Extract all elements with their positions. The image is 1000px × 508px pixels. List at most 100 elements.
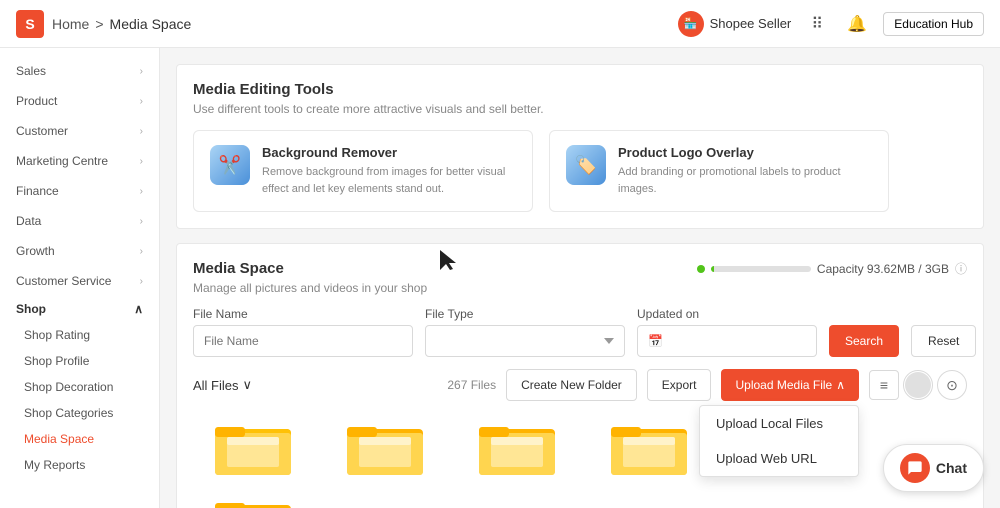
search-button[interactable]: Search [829, 325, 899, 357]
tool-bg-remover-desc: Remove background from images for better… [262, 164, 516, 197]
list-view-button[interactable]: ≡ [869, 370, 899, 400]
folder-item-scorch[interactable]: Scorch [193, 489, 313, 508]
editing-tools-card: Media Editing Tools Use different tools … [176, 64, 984, 229]
sidebar-item-shop-rating[interactable]: Shop Rating [0, 322, 159, 348]
sidebar-label-customer: Customer [16, 124, 68, 138]
sidebar-item-growth[interactable]: Growth › [0, 236, 159, 266]
user-avatar-button[interactable] [903, 370, 933, 400]
folder-scorch-icon [213, 489, 293, 508]
sidebar-item-shop-decoration[interactable]: Shop Decoration [0, 374, 159, 400]
create-folder-button[interactable]: Create New Folder [506, 369, 637, 401]
breadcrumb: Home > Media Space [52, 16, 191, 32]
sidebar-item-product[interactable]: Product › [0, 86, 159, 116]
upload-label: Upload Media File [735, 378, 832, 392]
sidebar-label-marketing: Marketing Centre [16, 154, 108, 168]
filters-row: File Name File Type Updated on 📅 Search [193, 307, 967, 357]
breadcrumb-sep: > [95, 16, 103, 32]
sidebar-label-cs: Customer Service [16, 274, 111, 288]
logo-overlay-icon: 🏷️ [566, 145, 606, 185]
capacity-help-icon[interactable]: ⓘ [955, 260, 967, 277]
file-name-filter: File Name [193, 307, 413, 357]
folder-icon [213, 413, 293, 477]
sidebar-label-sales: Sales [16, 64, 46, 78]
sidebar-label-product: Product [16, 94, 57, 108]
tool-bg-remover-info: Background Remover Remove background fro… [262, 145, 516, 197]
media-space-header: Media Space Manage all pictures and vide… [193, 260, 967, 295]
seller-badge: 🏪 Shopee Seller [678, 11, 792, 37]
file-name-input[interactable] [193, 325, 413, 357]
sidebar-item-customer[interactable]: Customer › [0, 116, 159, 146]
media-space-desc: Manage all pictures and videos in your s… [193, 281, 427, 295]
tool-bg-remover-name: Background Remover [262, 145, 516, 160]
tool-logo-overlay-info: Product Logo Overlay Add branding or pro… [618, 145, 872, 197]
education-hub-button[interactable]: Education Hub [883, 12, 984, 36]
folder-icon [477, 413, 557, 477]
chevron-icon: › [140, 156, 143, 167]
calendar-icon: 📅 [648, 334, 663, 348]
tool-logo-overlay[interactable]: 🏷️ Product Logo Overlay Add branding or … [549, 130, 889, 212]
updated-on-filter: Updated on 📅 [637, 307, 817, 357]
file-type-select[interactable] [425, 325, 625, 357]
chevron-up-icon: ∧ [836, 378, 845, 392]
user-avatar [905, 372, 931, 398]
tool-bg-remover[interactable]: ✂️ Background Remover Remove background … [193, 130, 533, 212]
seller-label: Shopee Seller [710, 16, 792, 31]
chevron-icon: › [140, 246, 143, 257]
chat-icon [900, 453, 930, 483]
capacity-bar [711, 266, 811, 272]
sidebar-section-shop[interactable]: Shop ∧ [0, 296, 159, 322]
sidebar-item-sales[interactable]: Sales › [0, 56, 159, 86]
breadcrumb-current: Media Space [110, 16, 192, 32]
file-type-filter: File Type [425, 307, 625, 357]
sidebar-item-my-reports[interactable]: My Reports [0, 452, 159, 478]
folder-item[interactable] [589, 413, 709, 477]
chat-label: Chat [936, 460, 967, 476]
media-space-title-group: Media Space Manage all pictures and vide… [193, 260, 427, 295]
sidebar-label-data: Data [16, 214, 41, 228]
all-files-button[interactable]: All Files ∨ [193, 377, 252, 393]
header-right: 🏪 Shopee Seller ⠿ 🔔 Education Hub [678, 10, 984, 38]
media-space-title: Media Space [193, 260, 427, 277]
sidebar-item-data[interactable]: Data › [0, 206, 159, 236]
sidebar-item-shop-categories[interactable]: Shop Categories [0, 400, 159, 426]
all-files-label: All Files [193, 378, 239, 393]
file-name-label: File Name [193, 307, 413, 321]
capacity-dot [697, 265, 705, 273]
sidebar-item-marketing[interactable]: Marketing Centre › [0, 146, 159, 176]
sidebar-item-shop-profile[interactable]: Shop Profile [0, 348, 159, 374]
folder-item[interactable] [325, 413, 445, 477]
toolbar: All Files ∨ 267 Files Create New Folder … [193, 369, 967, 401]
folder-icon [345, 413, 425, 477]
editing-tools-desc: Use different tools to create more attra… [193, 102, 967, 116]
breadcrumb-home[interactable]: Home [52, 16, 89, 32]
file-type-label: File Type [425, 307, 625, 321]
shop-section-label: Shop [16, 302, 46, 316]
upload-url-option[interactable]: Upload Web URL [700, 441, 858, 476]
layout: Sales › Product › Customer › Marketing C… [0, 48, 1000, 508]
sidebar-item-finance[interactable]: Finance › [0, 176, 159, 206]
folder-item[interactable] [457, 413, 577, 477]
media-space-card: Media Space Manage all pictures and vide… [176, 243, 984, 508]
folder-icon [609, 413, 689, 477]
chevron-down-icon: ∨ [243, 377, 253, 393]
sidebar-item-media-space[interactable]: Media Space [0, 426, 159, 452]
file-count: 267 Files [447, 378, 496, 392]
reset-button[interactable]: Reset [911, 325, 976, 357]
bell-icon[interactable]: 🔔 [843, 10, 871, 38]
chevron-icon: › [140, 66, 143, 77]
grid-icon[interactable]: ⠿ [803, 10, 831, 38]
chevron-up-icon: ∧ [134, 302, 143, 316]
sidebar: Sales › Product › Customer › Marketing C… [0, 48, 160, 508]
updated-on-label: Updated on [637, 307, 817, 321]
view-icons: ≡ ⊙ [869, 370, 967, 400]
upload-local-option[interactable]: Upload Local Files [700, 406, 858, 441]
chat-widget[interactable]: Chat [883, 444, 984, 492]
more-options-button[interactable]: ⊙ [937, 370, 967, 400]
upload-media-button[interactable]: Upload Media File ∧ [721, 369, 859, 401]
sidebar-item-customer-service[interactable]: Customer Service › [0, 266, 159, 296]
capacity-fill [711, 266, 714, 272]
folder-item[interactable] [193, 413, 313, 477]
upload-dropdown: Upload Local Files Upload Web URL [699, 405, 859, 477]
export-button[interactable]: Export [647, 369, 712, 401]
date-picker[interactable]: 📅 [637, 325, 817, 357]
